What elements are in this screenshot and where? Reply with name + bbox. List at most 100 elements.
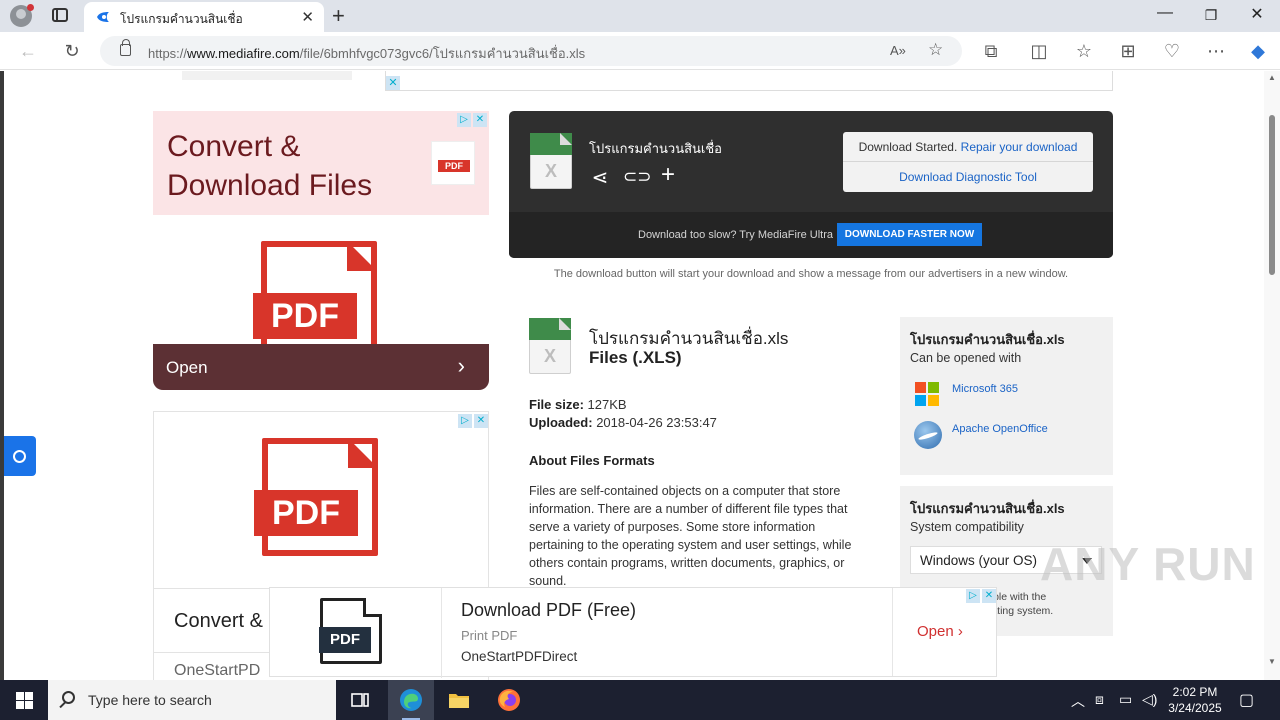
chevron-right-icon: › [457,353,465,378]
banner-advertiser: OneStartPDFDirect [461,649,578,664]
favorite-star-icon[interactable]: ☆ [928,40,943,60]
back-icon[interactable]: ← [16,40,40,62]
volume-icon[interactable]: ◁) [1142,691,1157,708]
ad-title: Convert & [174,610,263,632]
xls-file-icon: X [529,318,571,374]
tab-strip: โปรแกรมคำนวนสินเชื่อ ✕ + — ❐ ✕ [0,0,1280,32]
download-upsell: Download too slow? Try MediaFire Ultra D… [509,212,1113,258]
app-link-microsoft-365[interactable]: Microsoft 365 [952,383,1018,395]
slow-download-text: Download too slow? Try MediaFire Ultra [638,229,834,241]
microsoft-365-icon [915,382,939,406]
ad-open-label: Open [166,358,208,377]
file-explorer-icon[interactable] [447,688,471,712]
download-note: The download button will start your down… [553,268,1069,280]
browser-essentials-icon[interactable]: ♡ [1160,40,1184,62]
tab-mediafire[interactable]: โปรแกรมคำนวนสินเชื่อ ✕ [84,2,324,32]
browser-toolbar: ← ↻ https://www.mediafire.com/file/6bmhf… [0,32,1280,70]
download-status-box: Download Started. Repair your download D… [843,132,1093,192]
address-bar[interactable]: https://www.mediafire.com/file/6bmhfvgc0… [100,36,962,66]
download-faster-button[interactable]: DOWNLOAD FASTER NOW [837,223,982,246]
banner-icon-area: PDF [270,588,442,678]
pdf-document-icon: PDF [319,598,382,664]
ad-close-icon[interactable]: ✕ [386,76,400,90]
file-type: Files (.XLS) [589,348,682,367]
xls-file-icon: X [530,133,572,189]
open-with-panel: โปรแกรมคำนวนสินเชื่อ.xls Can be opened w… [900,317,1113,475]
download-card: X โปรแกรมคำนวนสินเชื่อ ⋖ ⊂⊃ + Download S… [509,111,1113,258]
scroll-up-icon[interactable]: ▲ [1268,73,1276,82]
notifications-icon[interactable]: ▢ [1239,690,1254,710]
notification-dot-icon [27,4,34,11]
panel-subtitle: Can be opened with [910,351,1022,365]
task-view-icon[interactable] [348,688,372,712]
ad-open-button[interactable]: Open › [153,344,489,390]
ad-header: Convert & Download Files PDF [153,111,489,215]
ad-subtitle: OneStartPD [174,662,261,679]
taskbar: Type here to search ︿ ⧈ ▭ ◁) 2:02 PM 3/2… [0,680,1280,720]
side-helper-button[interactable] [4,436,36,476]
bottom-banner-ad[interactable]: PDF Download PDF (Free) Print PDF OneSta… [269,587,997,678]
anyrun-watermark: ANY RUN [1040,538,1256,590]
panel-title: โปรแกรมคำนวนสินเชื่อ.xls [910,501,1065,516]
search-icon [62,691,75,704]
copilot-icon[interactable]: ◆ [1246,40,1270,62]
pdf-file-icon: PDF [254,438,378,556]
collections-icon[interactable]: ⊞ [1116,40,1140,62]
minimize-icon[interactable]: — [1145,4,1185,22]
tab-close-icon[interactable]: ✕ [301,8,314,26]
ad-close-icon[interactable]: ✕ [982,589,996,603]
tray-device-icon[interactable]: ⧈ [1095,691,1104,708]
page-scrollbar[interactable]: ▲ ▼ [1264,71,1280,680]
new-tab-icon[interactable]: + [332,3,345,29]
adchoices-icon[interactable]: ▷ [457,113,471,127]
pdf-file-icon: PDF [253,241,377,359]
edge-browser-icon [400,689,422,711]
top-ad-banner[interactable]: ✕ [385,71,1113,91]
lock-icon[interactable] [120,39,131,56]
split-screen-icon[interactable]: ◫ [1027,40,1051,62]
tab-actions-icon[interactable] [52,8,68,22]
add-to-collection-icon[interactable]: + [657,161,679,189]
restore-icon[interactable]: ❐ [1191,7,1231,24]
search-placeholder: Type here to search [88,692,212,708]
ad-close-icon[interactable]: ✕ [473,113,487,127]
diagnostic-tool-link[interactable]: Download Diagnostic Tool [843,163,1093,192]
ad-headline: Convert & Download Files [167,130,373,202]
copy-link-icon[interactable]: ⊂⊃ [623,167,652,187]
os-select-value: Windows (your OS) [920,553,1038,568]
app-link-openoffice[interactable]: Apache OpenOffice [952,423,1048,435]
scroll-thumb[interactable] [1269,115,1275,275]
banner-subtitle: Print PDF [461,628,518,643]
refresh-icon[interactable]: ↻ [60,40,84,62]
repair-download-link[interactable]: Repair your download [961,140,1078,154]
scroll-down-icon[interactable]: ▼ [1268,657,1276,666]
taskbar-search[interactable]: Type here to search [48,680,336,720]
download-status: Download Started. Repair your download [843,132,1093,162]
clock-time: 2:02 PM [1172,685,1218,699]
settings-more-icon[interactable]: ⋯ [1204,40,1228,62]
adchoices-icon[interactable]: ▷ [458,414,472,428]
about-heading: About Files Formats [529,453,655,468]
top-nav-remnant [182,71,352,80]
favorites-icon[interactable]: ☆ [1072,40,1096,62]
taskbar-clock[interactable]: 2:02 PM 3/24/2025 [1160,684,1230,716]
file-size: File size: 127KB [529,397,627,412]
tab-title: โปรแกรมคำนวนสินเชื่อ [120,12,243,26]
tray-chevron-icon[interactable]: ︿ [1071,691,1085,711]
extensions-icon[interactable]: ⧉ [979,40,1003,62]
download-file-name: โปรแกรมคำนวนสินเชื่อ [589,141,722,156]
read-aloud-icon[interactable]: A» [890,43,906,58]
url-text: https://www.mediafire.com/file/6bmhfvgc0… [148,46,586,61]
share-icon[interactable]: ⋖ [589,165,611,190]
about-text: Files are self-contained objects on a co… [529,484,852,588]
close-window-icon[interactable]: ✕ [1237,4,1277,24]
left-ad-convert[interactable]: Convert & Download Files PDF ▷ ✕ PDF Ope… [153,111,489,390]
pdf-small-icon: PDF [431,141,475,185]
ad-close-icon[interactable]: ✕ [474,414,488,428]
windows-start-icon[interactable] [16,692,33,709]
firefox-icon[interactable] [497,688,521,712]
mediafire-favicon-icon [97,12,109,22]
adchoices-icon[interactable]: ▷ [966,589,980,603]
network-icon[interactable]: ▭ [1119,691,1132,708]
clock-date: 3/24/2025 [1168,701,1222,715]
